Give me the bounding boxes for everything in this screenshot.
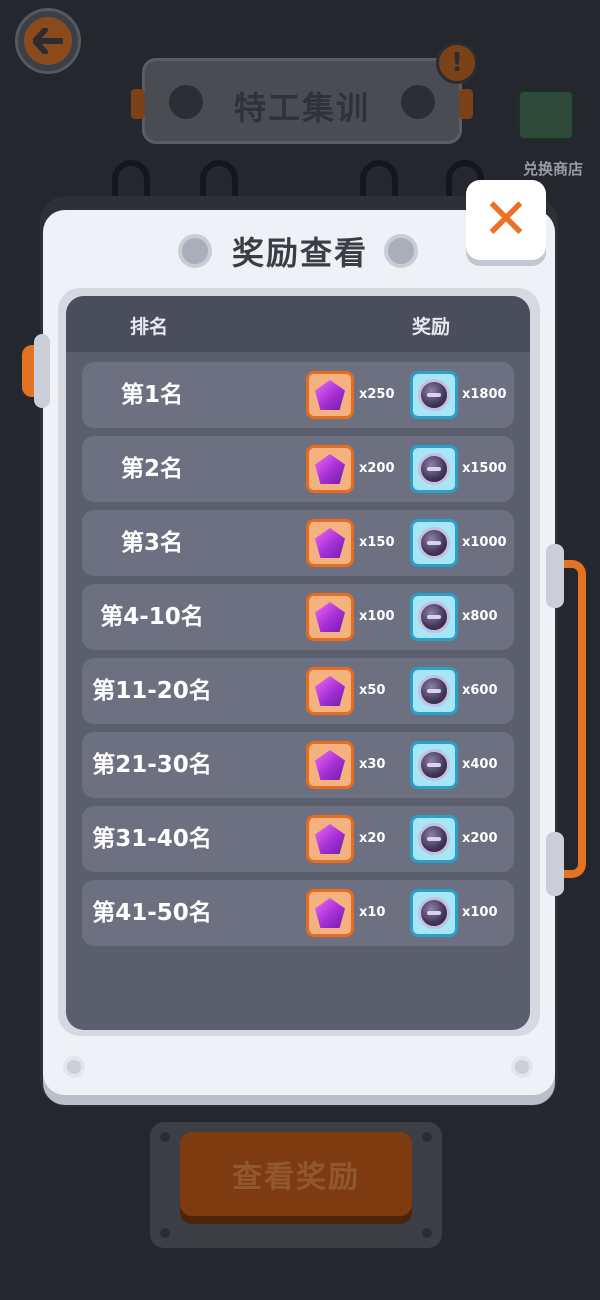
screw-icon	[63, 1056, 85, 1078]
header-bolt-icon	[178, 234, 212, 268]
gem-icon	[315, 380, 345, 410]
close-icon: ✕	[482, 187, 530, 252]
coin-quantity: x1500	[462, 461, 507, 476]
token-coin-icon	[418, 823, 450, 855]
gem-icon	[315, 676, 345, 706]
gem-quantity: x250	[359, 387, 395, 402]
modal-title: 奖励查看	[231, 234, 368, 272]
gem-reward-slot[interactable]	[306, 889, 354, 937]
rank-label: 第21-30名	[92, 752, 212, 778]
token-coin-icon	[418, 453, 450, 485]
gem-icon	[315, 528, 345, 558]
gem-icon	[315, 824, 345, 854]
table-row: 第2名 x200 x1500	[82, 436, 514, 502]
right-handle-cap	[546, 832, 564, 896]
rank-label: 第1名	[120, 382, 183, 408]
shop-icon	[518, 90, 574, 140]
gem-quantity: x150	[359, 535, 395, 550]
coin-reward-slot[interactable]	[410, 519, 458, 567]
gem-quantity: x30	[359, 757, 386, 772]
right-handle	[558, 560, 586, 878]
gem-icon	[315, 898, 345, 928]
gem-reward-slot[interactable]	[306, 667, 354, 715]
coin-reward-slot[interactable]	[410, 593, 458, 641]
token-coin-icon	[418, 749, 450, 781]
token-coin-icon	[418, 675, 450, 707]
rank-label: 第31-40名	[92, 826, 212, 852]
coin-quantity: x1000	[462, 535, 507, 550]
gem-icon	[315, 454, 345, 484]
gem-reward-slot[interactable]	[306, 815, 354, 863]
gem-reward-slot[interactable]	[306, 741, 354, 789]
token-coin-icon	[418, 527, 450, 559]
token-coin-icon	[418, 601, 450, 633]
rank-label: 第11-20名	[92, 678, 212, 704]
screw-icon	[511, 1056, 533, 1078]
gem-quantity: x50	[359, 683, 386, 698]
gem-reward-slot[interactable]	[306, 593, 354, 641]
coin-reward-slot[interactable]	[410, 741, 458, 789]
gem-quantity: x20	[359, 831, 386, 846]
coin-quantity: x1800	[462, 387, 507, 402]
plate-screw-icon	[160, 1228, 170, 1238]
exchange-shop-button[interactable]: 兑换商店	[508, 88, 598, 180]
plate-screw-icon	[160, 1132, 170, 1142]
page-title: 特工集训	[233, 89, 370, 127]
table-row: 第4-10名 x100 x800	[82, 584, 514, 650]
table-row: 第41-50名 x10 x100	[82, 880, 514, 946]
gem-reward-slot[interactable]	[306, 371, 354, 419]
rank-label: 第41-50名	[92, 900, 212, 926]
gem-reward-slot[interactable]	[306, 445, 354, 493]
table-row: 第1名 x250 x1800	[82, 362, 514, 428]
gem-quantity: x10	[359, 905, 386, 920]
rank-label: 第2名	[120, 456, 183, 482]
gem-icon	[315, 602, 345, 632]
coin-quantity: x800	[462, 609, 498, 624]
gem-quantity: x200	[359, 461, 395, 476]
column-header-reward: 奖励	[412, 316, 451, 338]
coin-reward-slot[interactable]	[410, 889, 458, 937]
gem-reward-slot[interactable]	[306, 519, 354, 567]
column-header-rank: 排名	[130, 316, 169, 338]
right-handle-cap	[546, 544, 564, 608]
table-row: 第31-40名 x20 x200	[82, 806, 514, 872]
plate-screw-icon	[422, 1132, 432, 1142]
shop-label: 兑换商店	[522, 160, 583, 178]
token-coin-icon	[418, 897, 450, 929]
alert-badge[interactable]: !	[436, 42, 478, 84]
gem-icon	[315, 750, 345, 780]
gem-quantity: x100	[359, 609, 395, 624]
table-row: 第11-20名 x50 x600	[82, 658, 514, 724]
coin-reward-slot[interactable]	[410, 445, 458, 493]
coin-reward-slot[interactable]	[410, 815, 458, 863]
coin-quantity: x200	[462, 831, 498, 846]
token-coin-icon	[418, 379, 450, 411]
left-handle-cap	[34, 334, 50, 408]
rank-label: 第3名	[120, 530, 183, 556]
view-rewards-button[interactable]: 查看奖励	[180, 1132, 412, 1216]
back-button[interactable]	[15, 8, 81, 74]
coin-quantity: x100	[462, 905, 498, 920]
page-title-plate: 特工集训	[131, 58, 473, 144]
coin-quantity: x400	[462, 757, 498, 772]
table-row: 第3名 x150 x1000	[82, 510, 514, 576]
rank-label: 第4-10名	[100, 604, 204, 630]
close-button[interactable]: ✕	[466, 180, 546, 260]
plate-screw-icon	[422, 1228, 432, 1238]
view-rewards-label: 查看奖励	[232, 1160, 360, 1195]
coin-reward-slot[interactable]	[410, 371, 458, 419]
table-row: 第21-30名 x30 x400	[82, 732, 514, 798]
arrow-left-icon	[24, 17, 72, 65]
coin-quantity: x600	[462, 683, 498, 698]
coin-reward-slot[interactable]	[410, 667, 458, 715]
